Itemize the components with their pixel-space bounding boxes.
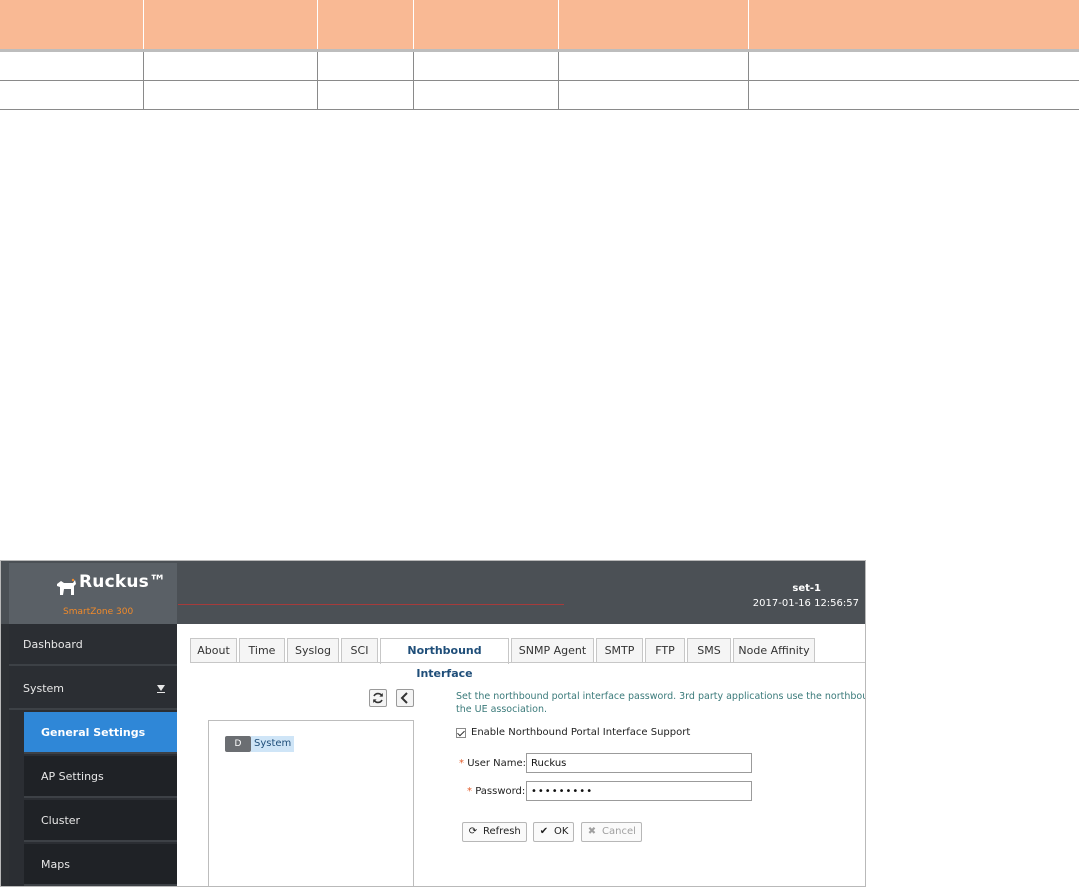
northbound-description: Set the northbound portal interface pass… xyxy=(456,690,866,716)
table-header-cell xyxy=(317,0,414,52)
password-field[interactable] xyxy=(526,781,752,801)
table-row xyxy=(0,80,1079,110)
sidebar-item-label: Cluster xyxy=(41,814,81,827)
username-label-text: User Name: xyxy=(467,758,527,769)
enable-northbound-checkbox[interactable] xyxy=(456,728,466,738)
document-table xyxy=(0,0,1079,110)
description-line: the UE association. xyxy=(456,704,548,715)
checkmark-icon: ✔ xyxy=(539,826,549,837)
tab-ftp[interactable]: FTP xyxy=(645,638,685,662)
chevron-left-icon xyxy=(400,692,408,704)
username-label: * User Name: xyxy=(459,758,526,769)
tab-time[interactable]: Time xyxy=(239,638,285,662)
password-label-text: Password: xyxy=(475,786,526,797)
header-divider xyxy=(178,604,564,605)
refresh-button[interactable]: ⟳ Refresh xyxy=(462,822,527,842)
table-cell xyxy=(143,80,318,110)
username-field[interactable] xyxy=(526,753,752,773)
cancel-button-label: Cancel xyxy=(602,826,636,837)
table-header-cell xyxy=(748,0,1079,52)
brand-name: Ruckus™ xyxy=(79,572,167,592)
description-line: Set the northbound portal interface pass… xyxy=(456,691,866,702)
table-cell xyxy=(558,50,749,81)
sidebar-item-system[interactable]: System xyxy=(9,668,177,710)
table-cell xyxy=(748,50,1079,81)
cancel-button[interactable]: ✖ Cancel xyxy=(581,822,642,842)
refresh-tree-button[interactable] xyxy=(369,689,387,707)
sidebar-item-label: Dashboard xyxy=(23,638,83,651)
tab-sci[interactable]: SCI xyxy=(341,638,378,662)
table-header-cell xyxy=(0,0,144,52)
sidebar-item-label: AP Settings xyxy=(41,770,104,783)
sidebar-item-label: Maps xyxy=(41,858,70,871)
tab-northbound-interface[interactable]: Northbound Interface xyxy=(380,638,509,680)
table-cell xyxy=(317,50,414,81)
tab-syslog[interactable]: Syslog xyxy=(287,638,339,662)
table-cell xyxy=(0,50,144,81)
app-screenshot: Ruckus™ SmartZone 300 set-1 2017-01-16 1… xyxy=(0,560,866,887)
refresh-button-label: Refresh xyxy=(483,826,521,837)
table-cell xyxy=(317,80,414,110)
password-label: * Password: xyxy=(467,786,525,797)
caret-down-icon xyxy=(157,685,165,691)
tab-sms[interactable]: SMS xyxy=(687,638,731,662)
tab-node-affinity[interactable]: Node Affinity xyxy=(733,638,815,662)
sidebar-item-maps[interactable]: Maps xyxy=(24,844,177,886)
app-header: Ruckus™ SmartZone 300 set-1 2017-01-16 1… xyxy=(1,561,865,624)
collapse-tree-button[interactable] xyxy=(396,689,414,707)
required-marker: * xyxy=(459,758,464,769)
table-header-row xyxy=(0,0,1079,52)
table-row xyxy=(0,50,1079,81)
caret-underline xyxy=(157,692,165,693)
dog-logo-icon xyxy=(57,578,76,595)
current-datetime: 2017-01-16 12:56:57 xyxy=(752,598,859,609)
domain-badge: D xyxy=(225,736,251,752)
system-tree: D System xyxy=(208,720,414,886)
product-name: SmartZone 300 xyxy=(63,607,134,617)
tab-about[interactable]: About xyxy=(190,638,237,662)
x-icon: ✖ xyxy=(587,826,597,837)
tab-smtp[interactable]: SMTP xyxy=(596,638,643,662)
table-cell xyxy=(413,80,559,110)
table-header-cell xyxy=(558,0,749,52)
tabs-divider xyxy=(190,662,865,663)
ok-button[interactable]: ✔ OK xyxy=(533,822,575,842)
refresh-icon: ⟳ xyxy=(468,826,478,837)
host-name: set-1 xyxy=(792,583,821,594)
tree-node-label: System xyxy=(251,736,295,752)
table-cell xyxy=(558,80,749,110)
refresh-icon xyxy=(373,692,383,704)
table-cell xyxy=(0,80,144,110)
sidebar-item-label: System xyxy=(23,682,65,695)
tab-snmp-agent[interactable]: SNMP Agent xyxy=(511,638,594,662)
required-marker: * xyxy=(467,786,472,797)
table-cell xyxy=(143,50,318,81)
sidebar-item-general-settings[interactable]: General Settings xyxy=(24,712,177,754)
table-cell xyxy=(413,50,559,81)
table-cell xyxy=(748,80,1079,110)
ok-button-label: OK xyxy=(554,826,569,837)
sidebar-item-label: General Settings xyxy=(41,726,146,739)
logo[interactable]: Ruckus™ SmartZone 300 xyxy=(9,563,177,624)
sidebar-item-dashboard[interactable]: Dashboard xyxy=(9,624,177,666)
table-header-cell xyxy=(413,0,559,52)
sidebar: Dashboard System General Settings AP Set… xyxy=(9,624,177,886)
sidebar-item-cluster[interactable]: Cluster xyxy=(24,800,177,842)
enable-northbound-label: Enable Northbound Portal Interface Suppo… xyxy=(471,727,691,738)
sidebar-item-ap-settings[interactable]: AP Settings xyxy=(24,756,177,798)
table-header-cell xyxy=(143,0,318,52)
